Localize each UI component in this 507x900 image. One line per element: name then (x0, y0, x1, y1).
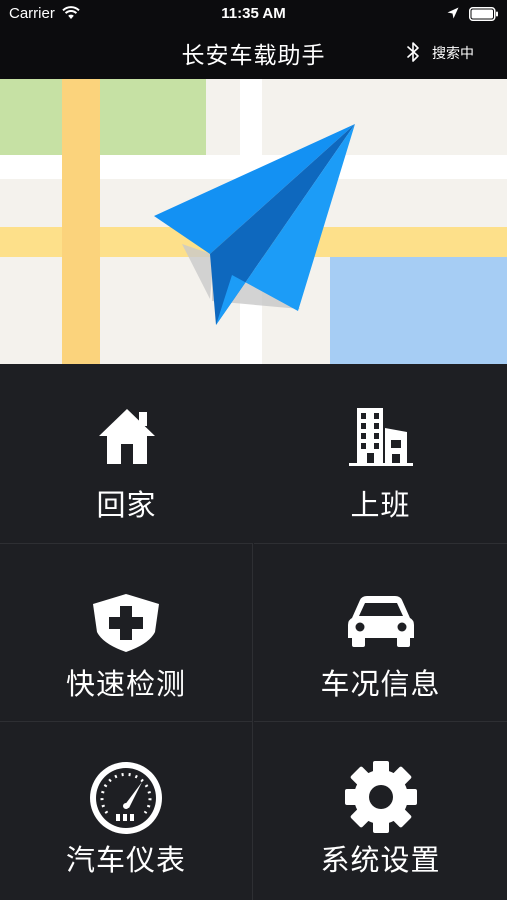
bluetooth-status[interactable]: 搜索中 (432, 43, 474, 63)
clock: 11:35 AM (221, 5, 286, 22)
office-building-icon (348, 408, 413, 466)
location-arrow-icon (447, 7, 459, 19)
dashboard-button[interactable]: 汽车仪表 (0, 722, 253, 900)
app-screen: Carrier 11:35 AM 长安车载助手 搜索中 回家 上班 快速检测 车… (0, 0, 507, 900)
car-icon (347, 596, 414, 647)
map-banner[interactable] (0, 79, 507, 364)
quick-check-button[interactable]: 快速检测 (0, 544, 253, 722)
shield-plus-icon (93, 594, 159, 652)
vehicle-info-label: 车况信息 (320, 667, 441, 701)
dashboard-label: 汽车仪表 (65, 843, 186, 877)
water-area (330, 256, 507, 364)
menu-grid: 回家 上班 快速检测 车况信息 汽车仪表 系统设置 (0, 364, 507, 900)
settings-button[interactable]: 系统设置 (254, 722, 507, 900)
main-road-vertical (62, 79, 100, 364)
status-bar: Carrier 11:35 AM (0, 0, 507, 28)
page-title: 长安车载助手 (181, 43, 326, 69)
speedometer-icon (90, 762, 162, 834)
gear-icon (344, 761, 417, 833)
work-label: 上班 (350, 488, 411, 522)
bluetooth-icon[interactable] (406, 41, 420, 63)
settings-label: 系统设置 (320, 843, 441, 877)
home-label: 回家 (96, 488, 157, 522)
work-button[interactable]: 上班 (254, 364, 507, 544)
park-area-center (100, 79, 206, 155)
quick-check-label: 快速检测 (65, 667, 186, 701)
home-icon (98, 409, 155, 464)
navigation-bar: 长安车载助手 搜索中 (0, 28, 507, 79)
home-button[interactable]: 回家 (0, 364, 253, 544)
vehicle-info-button[interactable]: 车况信息 (254, 544, 507, 722)
battery-icon (469, 7, 498, 21)
park-area-left (0, 79, 62, 155)
